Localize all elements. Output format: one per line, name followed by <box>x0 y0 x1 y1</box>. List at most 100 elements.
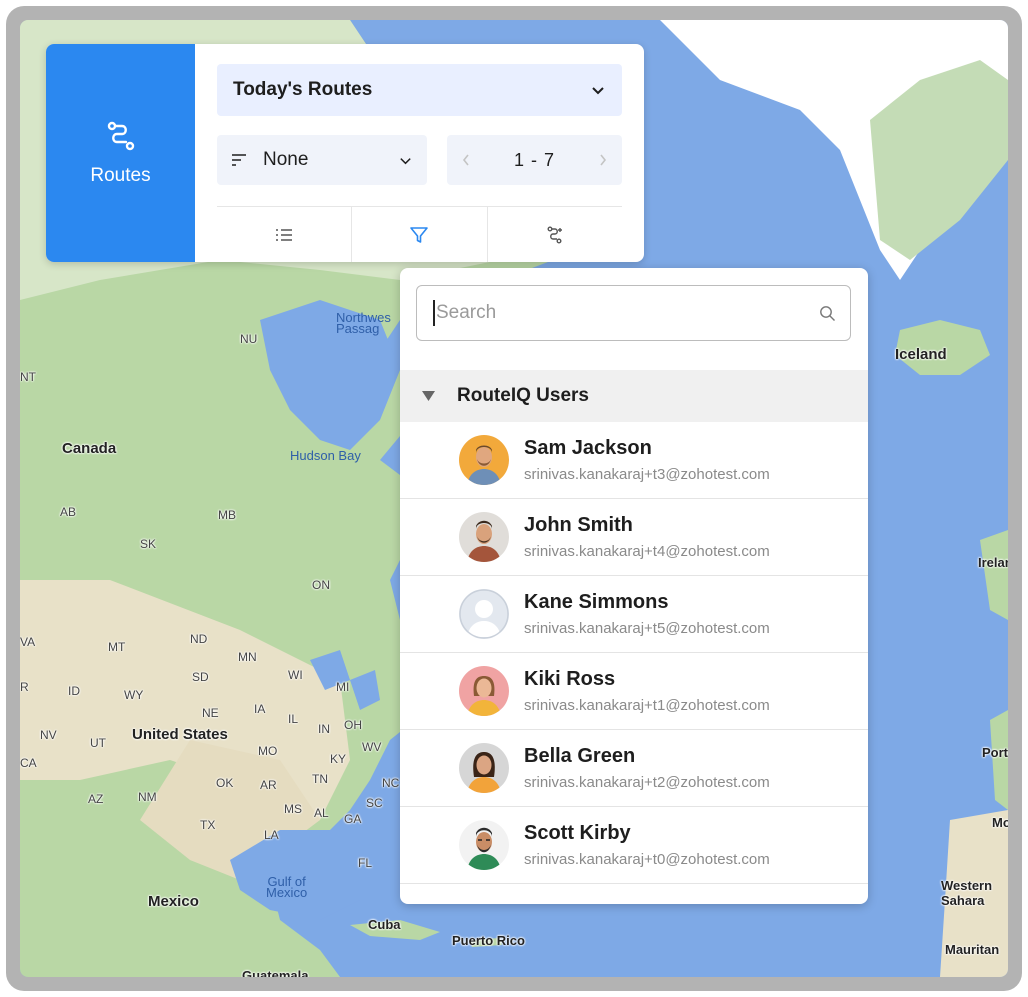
map-label-sd: SD <box>192 670 209 684</box>
chevron-right-icon[interactable] <box>598 153 608 167</box>
toolbar <box>217 206 622 262</box>
map-label-nd: ND <box>190 632 208 646</box>
map-label-wa: VA <box>20 635 36 649</box>
map-label-iceland: Iceland <box>895 346 947 363</box>
user-name: John Smith <box>524 514 633 536</box>
pager-range: 1 - 7 <box>513 149 556 170</box>
group-label: RouteIQ Users <box>457 385 589 406</box>
text-caret <box>433 300 435 326</box>
map-label-mi: MI <box>336 680 350 694</box>
map-label-ok: OK <box>216 776 234 790</box>
map-label-ga: GA <box>344 812 362 826</box>
chevron-left-icon[interactable] <box>461 153 471 167</box>
map-label-hudson-bay: Hudson Bay <box>290 448 361 463</box>
map-label-puerto-rico: Puerto Rico <box>452 933 525 948</box>
avatar <box>459 743 509 793</box>
map-label-wy: WY <box>124 688 144 702</box>
map-label-ut: UT <box>90 736 106 750</box>
map-label-mb: MB <box>218 508 236 522</box>
user-row-scott-kirby[interactable]: Scott Kirby srinivas.kanakaraj+t0@zohote… <box>400 807 868 884</box>
routes-tile-label: Routes <box>90 165 151 186</box>
avatar <box>459 666 509 716</box>
map-label-guatemala: Guatemala <box>242 968 309 977</box>
map-label-mauritania: Mauritan <box>945 942 1000 957</box>
map-label-wv: WV <box>362 740 382 754</box>
search-field[interactable] <box>416 285 851 341</box>
user-row-john-smith[interactable]: John Smith srinivas.kanakaraj+t4@zohotes… <box>400 499 868 576</box>
avatar <box>459 435 509 485</box>
user-row-kiki-ross[interactable]: Kiki Ross srinivas.kanakaraj+t1@zohotest… <box>400 653 868 730</box>
map-label-il: IL <box>288 712 299 726</box>
route-icon <box>107 121 134 151</box>
route-view-select[interactable]: Today's Routes <box>217 64 622 116</box>
route-view-value: Today's Routes <box>233 79 373 100</box>
map-label-ms: MS <box>284 802 302 816</box>
map-label-nc: NC <box>382 776 400 790</box>
map-label-nm: NM <box>138 790 157 804</box>
map-label-mn: MN <box>238 650 257 664</box>
user-name: Sam Jackson <box>524 437 652 459</box>
filter-icon <box>410 226 429 243</box>
map-label-nu: NU <box>240 332 258 346</box>
route-settings-button[interactable] <box>488 207 622 262</box>
user-name: Kiki Ross <box>524 668 616 690</box>
pager: 1 - 7 <box>447 135 622 185</box>
user-row-bella-green[interactable]: Bella Green srinivas.kanakaraj+t2@zohote… <box>400 730 868 807</box>
map-label-ne: NE <box>202 706 219 720</box>
map-label-az: AZ <box>88 792 104 806</box>
routes-controls: Today's Routes None 1 - 7 <box>195 44 644 262</box>
map-label-wi: WI <box>288 668 303 682</box>
user-filter-dropdown: RouteIQ Users Sam Jackson srinivas.kanak… <box>400 268 868 904</box>
map-label-sc: SC <box>366 796 383 810</box>
map-label-ar: AR <box>260 778 277 792</box>
map-label-northwest-passage: Northwes Passag <box>336 310 391 336</box>
user-row-kane-simmons[interactable]: Kane Simmons srinivas.kanakaraj+t5@zohot… <box>400 576 868 653</box>
map-label-mo: MO <box>258 744 278 758</box>
list-icon <box>276 228 293 241</box>
map-label-fl: FL <box>358 856 373 870</box>
user-email: srinivas.kanakaraj+t3@zohotest.com <box>524 466 770 483</box>
user-name: Bella Green <box>524 745 636 767</box>
search-icon <box>820 305 835 321</box>
list-view-button[interactable] <box>217 207 353 262</box>
user-list: Sam Jackson srinivas.kanakaraj+t3@zohote… <box>400 422 868 884</box>
avatar <box>459 512 509 562</box>
map-label-ireland: Irelan <box>978 555 1008 570</box>
map-label-al: AL <box>314 806 329 820</box>
avatar <box>459 589 509 639</box>
sort-value: None <box>263 149 309 170</box>
map-label-united-states: United States <box>132 726 228 743</box>
avatar <box>459 820 509 870</box>
chevron-down-icon <box>400 157 411 164</box>
map-label-ia: IA <box>254 702 266 716</box>
map-label-tn: TN <box>312 772 328 786</box>
map-label-or: R <box>20 680 29 694</box>
filter-button[interactable] <box>352 207 488 262</box>
routes-tile[interactable]: Routes <box>46 44 195 262</box>
map-label-nv: NV <box>40 728 57 742</box>
map-label-western-sahara: Western Sahara <box>941 878 993 908</box>
map-label-ca: CA <box>20 756 37 770</box>
sort-icon <box>232 154 246 166</box>
group-header-routeiq-users[interactable]: RouteIQ Users <box>400 370 868 422</box>
map-label-sk: SK <box>140 537 157 551</box>
map-label-in: IN <box>318 722 330 736</box>
map-label-ky: KY <box>330 752 347 766</box>
route-settings-icon <box>547 226 562 243</box>
map-label-mexico: Mexico <box>148 893 199 910</box>
user-email: srinivas.kanakaraj+t0@zohotest.com <box>524 851 770 868</box>
collapse-triangle-icon <box>422 391 435 401</box>
chevron-down-icon <box>592 87 604 95</box>
user-email: srinivas.kanakaraj+t1@zohotest.com <box>524 697 770 714</box>
sort-select[interactable]: None <box>217 135 427 185</box>
user-email: srinivas.kanakaraj+t4@zohotest.com <box>524 543 770 560</box>
map-label-ab: AB <box>60 505 77 519</box>
user-row-sam-jackson[interactable]: Sam Jackson srinivas.kanakaraj+t3@zohote… <box>400 422 868 499</box>
user-name: Scott Kirby <box>524 822 631 844</box>
map-label-mt: MT <box>108 640 126 654</box>
map-label-canada: Canada <box>62 440 117 457</box>
map-label-oh: OH <box>344 718 362 732</box>
user-name: Kane Simmons <box>524 591 669 613</box>
map-label-morocco: Mo <box>992 815 1008 830</box>
search-input[interactable] <box>436 302 819 324</box>
